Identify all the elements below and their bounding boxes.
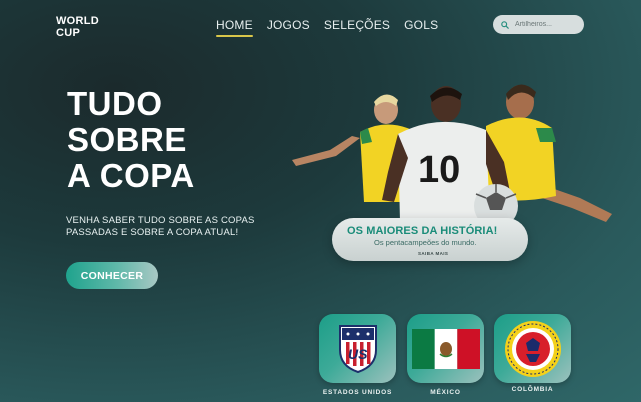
conhecer-button[interactable]: CONHECER [66,262,158,289]
page: WORLD CUP HOME JOGOS SELEÇÕES GOLS TUDO … [0,0,641,402]
nav-item-jogos[interactable]: JOGOS [267,18,310,35]
team-card-mexico[interactable] [407,314,484,383]
history-card[interactable]: OS MAIORES DA HISTÓRIA! Os pentacampeões… [332,218,528,261]
logo-line-1: WORLD [56,15,100,27]
search-box[interactable] [493,15,584,34]
team-card-colombia[interactable] [494,314,571,383]
svg-text:US: US [348,346,368,362]
usa-crest-icon: US [338,324,377,373]
nav-item-selecoes[interactable]: SELEÇÕES [324,18,390,35]
hero-subtext-line-1: VENHA SABER TUDO SOBRE AS COPAS [66,215,255,226]
team-label-mexico: MÉXICO [430,389,461,396]
colombia-crest-icon [504,320,561,377]
card-subtitle: Os pentacampeões do mundo. [374,238,477,247]
team-label-colombia: COLÔMBIA [511,386,554,393]
players-illustration: 10 [292,84,612,228]
hero-headline: TUDO SOBRE A COPA [67,86,267,194]
hero-subtext-line-2: PASSADAS E SOBRE A COPA ATUAL! [66,227,239,238]
mexico-flag-icon [411,328,480,369]
saiba-mais-link[interactable]: SAIBA MAIS [418,251,448,256]
headline-line-2: SOBRE [67,121,187,158]
main-nav: HOME JOGOS SELEÇÕES GOLS [216,18,438,37]
logo[interactable]: WORLD CUP [56,15,116,39]
team-card-usa[interactable]: US [319,314,396,383]
logo-line-2: CUP [56,27,81,39]
team-label-usa: ESTADOS UNIDOS [322,389,393,396]
search-icon [501,20,509,29]
hero-subtext: VENHA SABER TUDO SOBRE AS COPAS PASSADAS… [66,215,266,239]
nav-item-gols[interactable]: GOLS [404,18,438,35]
search-input[interactable] [515,21,577,28]
headline-line-3: A COPA [67,157,195,194]
headline-line-1: TUDO [67,85,163,122]
card-title: OS MAIORES DA HISTÓRIA! [347,225,498,237]
nav-item-home[interactable]: HOME [216,18,253,37]
jersey-number: 10 [418,149,460,191]
